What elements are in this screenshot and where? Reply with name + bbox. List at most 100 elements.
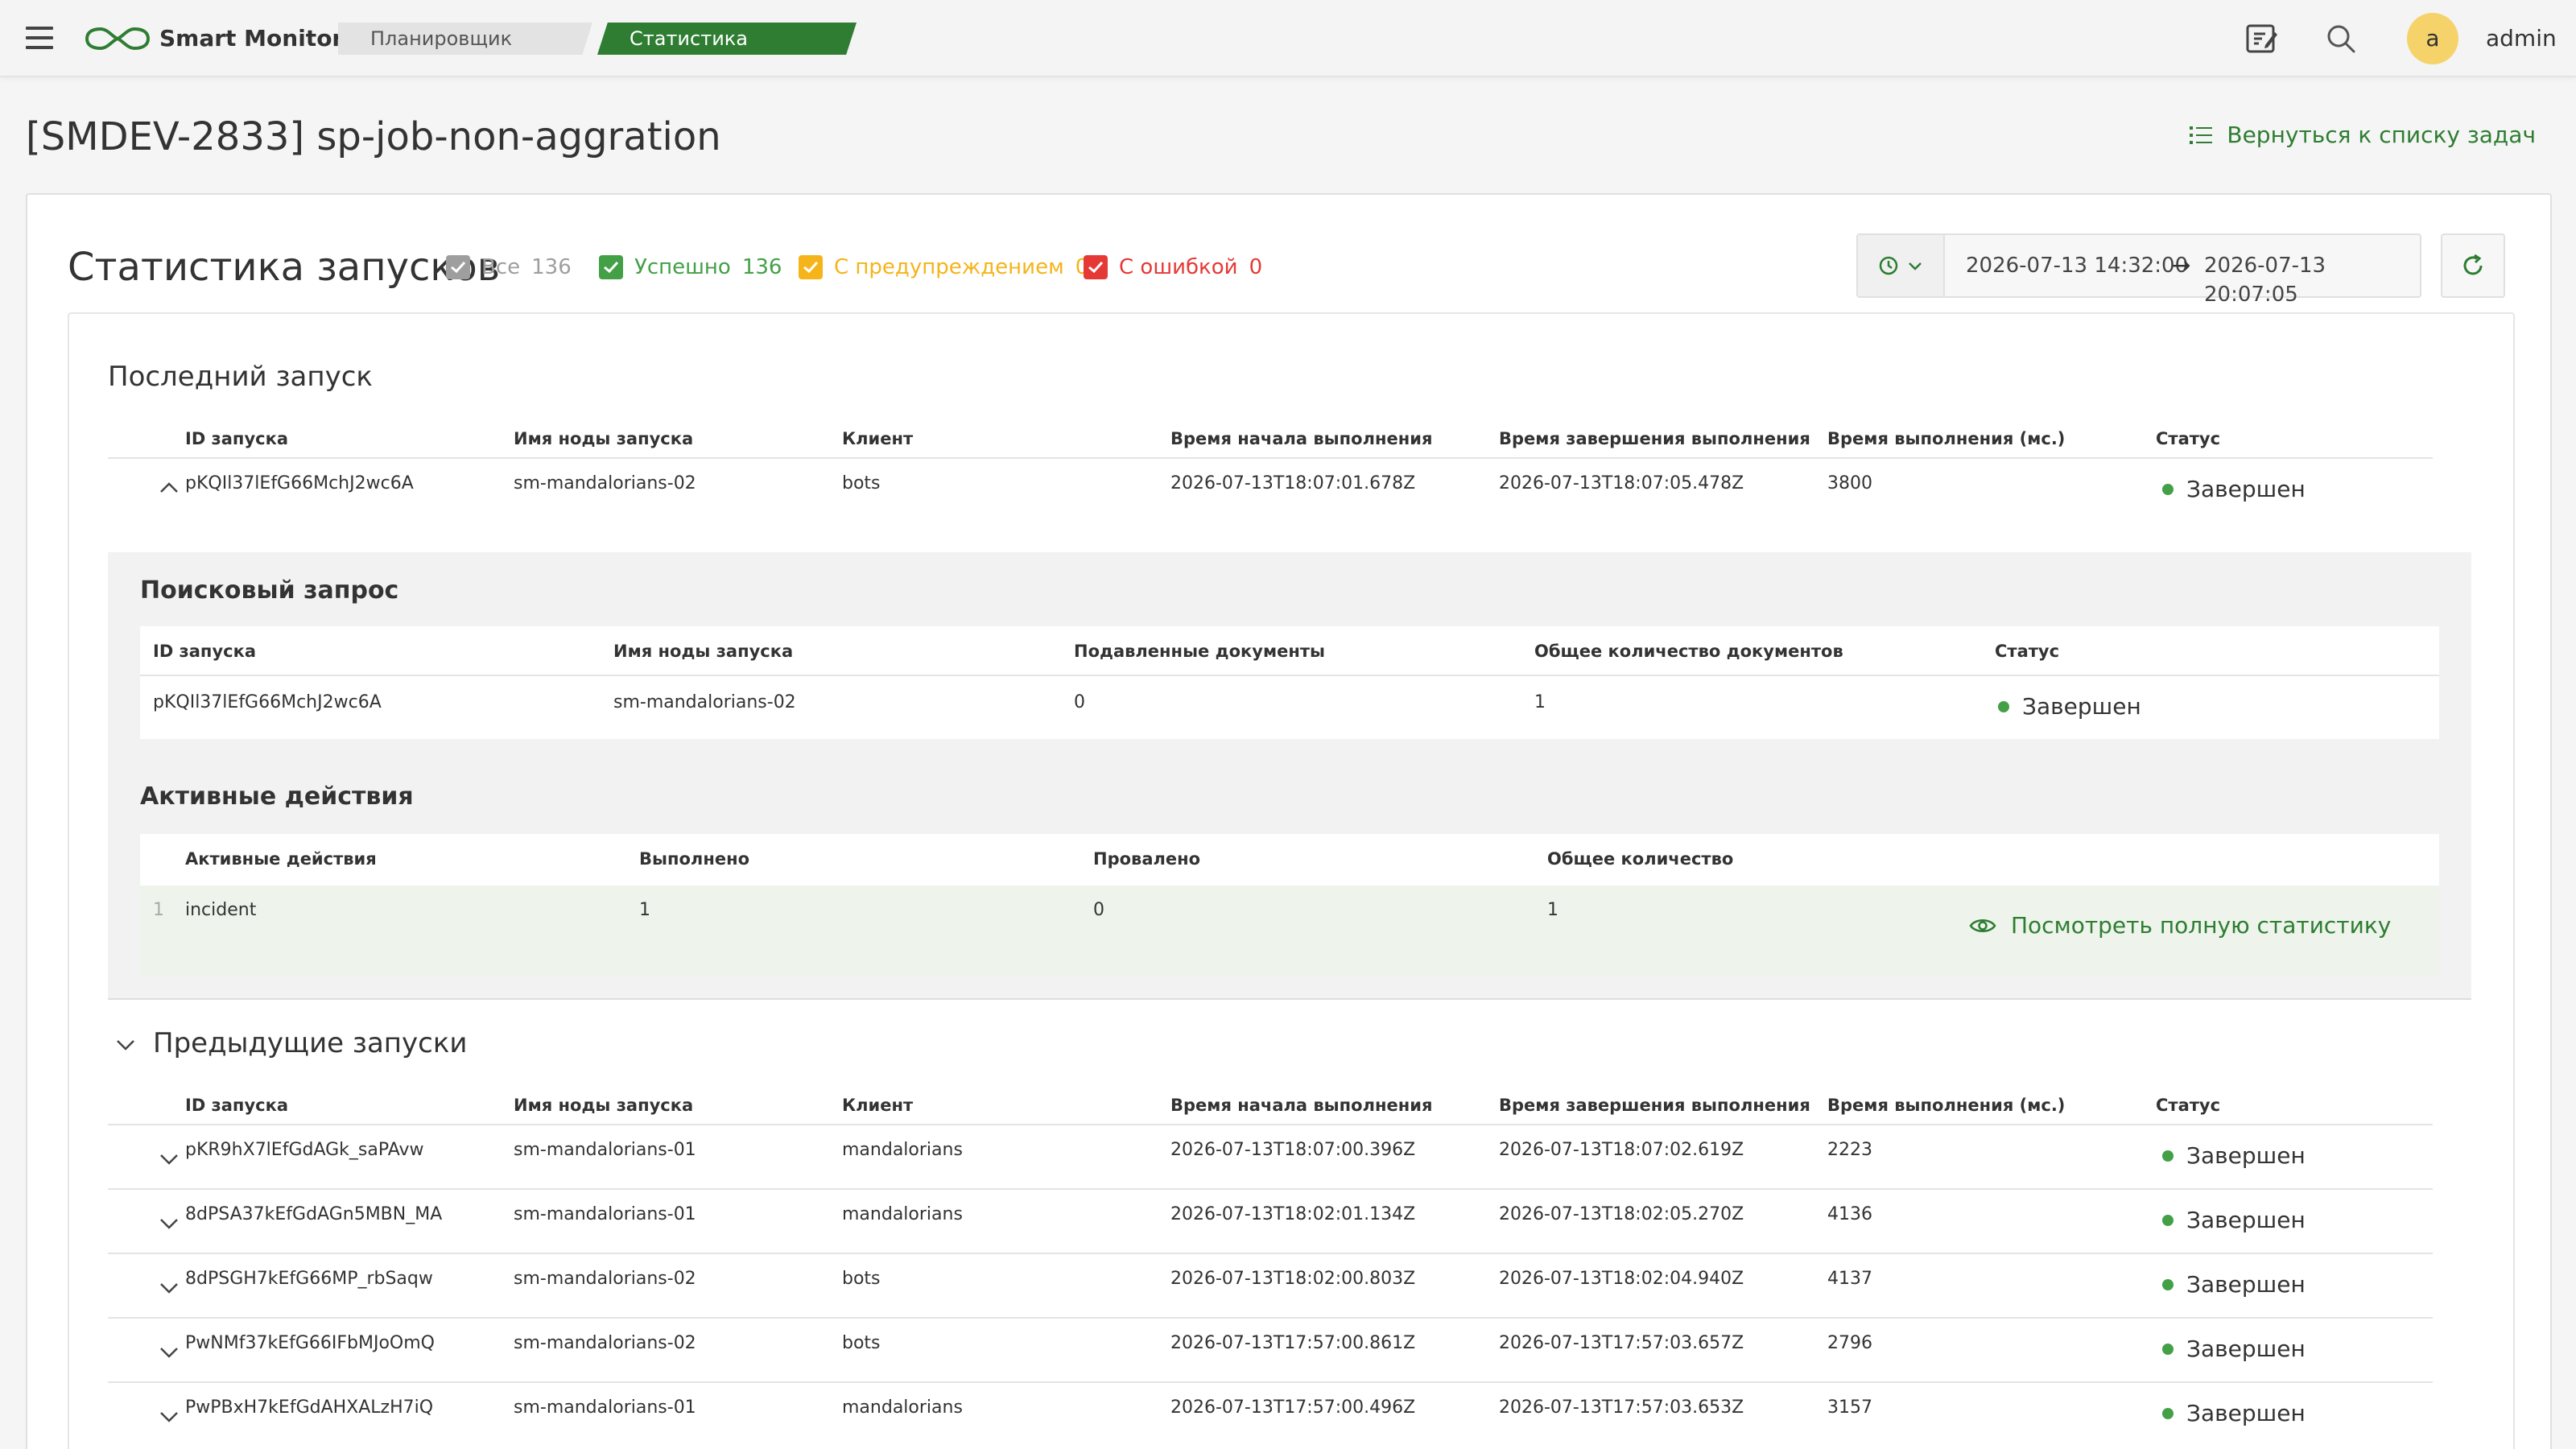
run-start: 2026-07-13T18:02:00.803Z [1170,1269,1416,1289]
refresh-button[interactable] [2441,233,2505,298]
run-start: 2026-07-13T18:02:01.134Z [1170,1204,1416,1224]
breadcrumb-scheduler[interactable]: Планировщик зад... [338,23,592,55]
checkbox-checked-icon[interactable] [599,255,623,279]
action-name: incident [185,900,257,920]
col-status: Статус [2156,429,2221,448]
filter-success[interactable]: Успешно 136 [599,253,782,282]
chevron-down-icon [1909,262,1922,270]
view-full-stats-link[interactable]: Посмотреть полную статистику [1969,911,2391,940]
filter-success-label: Успешно [634,255,731,279]
col-duration: Время выполнения (мс.) [1827,1096,2066,1115]
search-total: 1 [1534,692,1546,712]
run-start: 2026-07-13T17:57:00.496Z [1170,1397,1416,1418]
run-client: mandalorians [842,1397,963,1418]
avatar[interactable]: a [2407,13,2458,64]
run-end: 2026-07-13T17:57:03.657Z [1499,1333,1744,1353]
filter-error[interactable]: С ошибкой 0 [1084,253,1262,282]
stats-title: Статистика запусков [68,245,501,290]
divider [108,1381,2433,1383]
run-node: sm-mandalorians-01 [514,1397,696,1418]
status-label: Завершен [2186,1335,2306,1362]
status-label: Завершен [2186,1142,2306,1169]
checkbox-checked-icon[interactable] [1084,255,1108,279]
run-id: PwPBxH7kEfGdAHXALzH7iQ [185,1397,434,1418]
col-done: Выполнено [639,849,750,869]
col-total-docs: Общее количество документов [1534,642,1843,661]
status-dot-icon [2162,1279,2174,1290]
divider [108,1317,2433,1319]
status-badge: Завершен [2162,1399,2306,1428]
chevron-down-icon[interactable] [158,1409,180,1425]
search-icon[interactable] [2323,21,2359,56]
chevron-down-icon[interactable] [114,1037,137,1053]
status-dot-icon [2162,1150,2174,1162]
last-run-details: Поисковый запрос ID запуска Имя ноды зап… [108,552,2471,1000]
run-end: 2026-07-13T18:02:04.940Z [1499,1269,1744,1289]
status-badge: Завершен [2162,1141,2306,1170]
col-node-name: Имя ноды запуска [514,429,694,448]
refresh-icon [2463,254,2483,275]
chevron-down-icon[interactable] [158,1216,180,1232]
back-to-tasks-link[interactable]: Вернуться к списку задач [2190,119,2536,151]
brand-name[interactable]: Smart Monitor [159,24,343,53]
active-actions-table: Активные действия Выполнено Провалено Об… [140,834,2439,976]
col-run-id: ID запуска [185,429,288,448]
run-id: pKR9hX7lEfGdAGk_saPAvw [185,1140,424,1160]
chevron-down-icon[interactable] [158,1151,180,1167]
col-start-time: Время начала выполнения [1170,429,1433,448]
breadcrumb-run-stats[interactable]: Статистика запусков [597,23,857,55]
run-end: 2026-07-13T18:02:05.270Z [1499,1204,1744,1224]
search-node: sm-mandalorians-02 [613,692,796,712]
filter-warning[interactable]: С предупреждением 0 [799,253,1088,282]
run-start: 2026-07-13T18:07:00.396Z [1170,1140,1416,1160]
status-badge: Завершен [2162,1335,2306,1364]
status-label: Завершен [2186,1271,2306,1298]
run-end: 2026-07-13T17:57:03.653Z [1499,1397,1744,1418]
run-client: mandalorians [842,1204,963,1224]
run-client: bots [842,1269,881,1289]
filter-success-count: 136 [741,255,782,279]
last-run-title: Последний запуск [108,361,373,393]
search-query-table: ID запуска Имя ноды запуска Подавленные … [140,626,2439,739]
run-node: sm-mandalorians-02 [514,1269,696,1289]
status-badge: Завершен [1998,692,2141,721]
status-badge: Завершен [2162,1270,2306,1299]
hamburger-menu-icon[interactable] [26,27,53,49]
search-suppressed: 0 [1074,692,1085,712]
time-preset-dropdown[interactable] [1858,235,1945,296]
chevron-down-icon[interactable] [158,1280,180,1296]
run-node: sm-mandalorians-01 [514,1204,696,1224]
divider [108,457,2433,459]
chevron-down-icon[interactable] [158,1344,180,1360]
search-query-title: Поисковый запрос [140,576,399,605]
col-failed: Провалено [1093,849,1201,869]
previous-runs-title[interactable]: Предыдущие запуски [153,1026,468,1061]
last-run-node: sm-mandalorians-02 [514,473,696,493]
date-range-end[interactable]: 2026-07-13 20:07:05 [2204,251,2420,309]
filter-all-count: 136 [531,255,572,279]
col-active-actions: Активные действия [185,849,377,869]
chevron-up-icon[interactable] [158,480,180,496]
date-range-picker[interactable]: 2026-07-13 14:32:00 → 2026-07-13 20:07:0… [1856,233,2421,307]
run-duration: 2223 [1827,1140,1872,1160]
checkbox-checked-icon[interactable] [799,255,823,279]
col-status: Статус [2156,1096,2221,1115]
action-done: 1 [639,900,650,920]
date-range-start[interactable]: 2026-07-13 14:32:00 [1966,251,2188,280]
username[interactable]: admin [2486,24,2557,53]
filter-all[interactable]: Все 136 [446,253,572,282]
active-actions-title: Активные действия [140,782,414,811]
top-bar: Smart Monitor Планировщик зад... Статист… [0,0,2576,77]
divider [108,1253,2433,1254]
status-label: Завершен [2022,693,2141,720]
action-total: 1 [1547,900,1558,920]
col-client: Клиент [842,429,914,448]
run-start: 2026-07-13T17:57:00.861Z [1170,1333,1416,1353]
status-label: Завершен [2186,1207,2306,1233]
col-node-name: Имя ноды запуска [613,642,794,661]
run-client: mandalorians [842,1140,963,1160]
checkbox-checked-icon[interactable] [446,255,470,279]
status-label: Завершен [2186,476,2306,502]
edit-note-icon[interactable] [2244,21,2280,56]
run-duration: 2796 [1827,1333,1872,1353]
